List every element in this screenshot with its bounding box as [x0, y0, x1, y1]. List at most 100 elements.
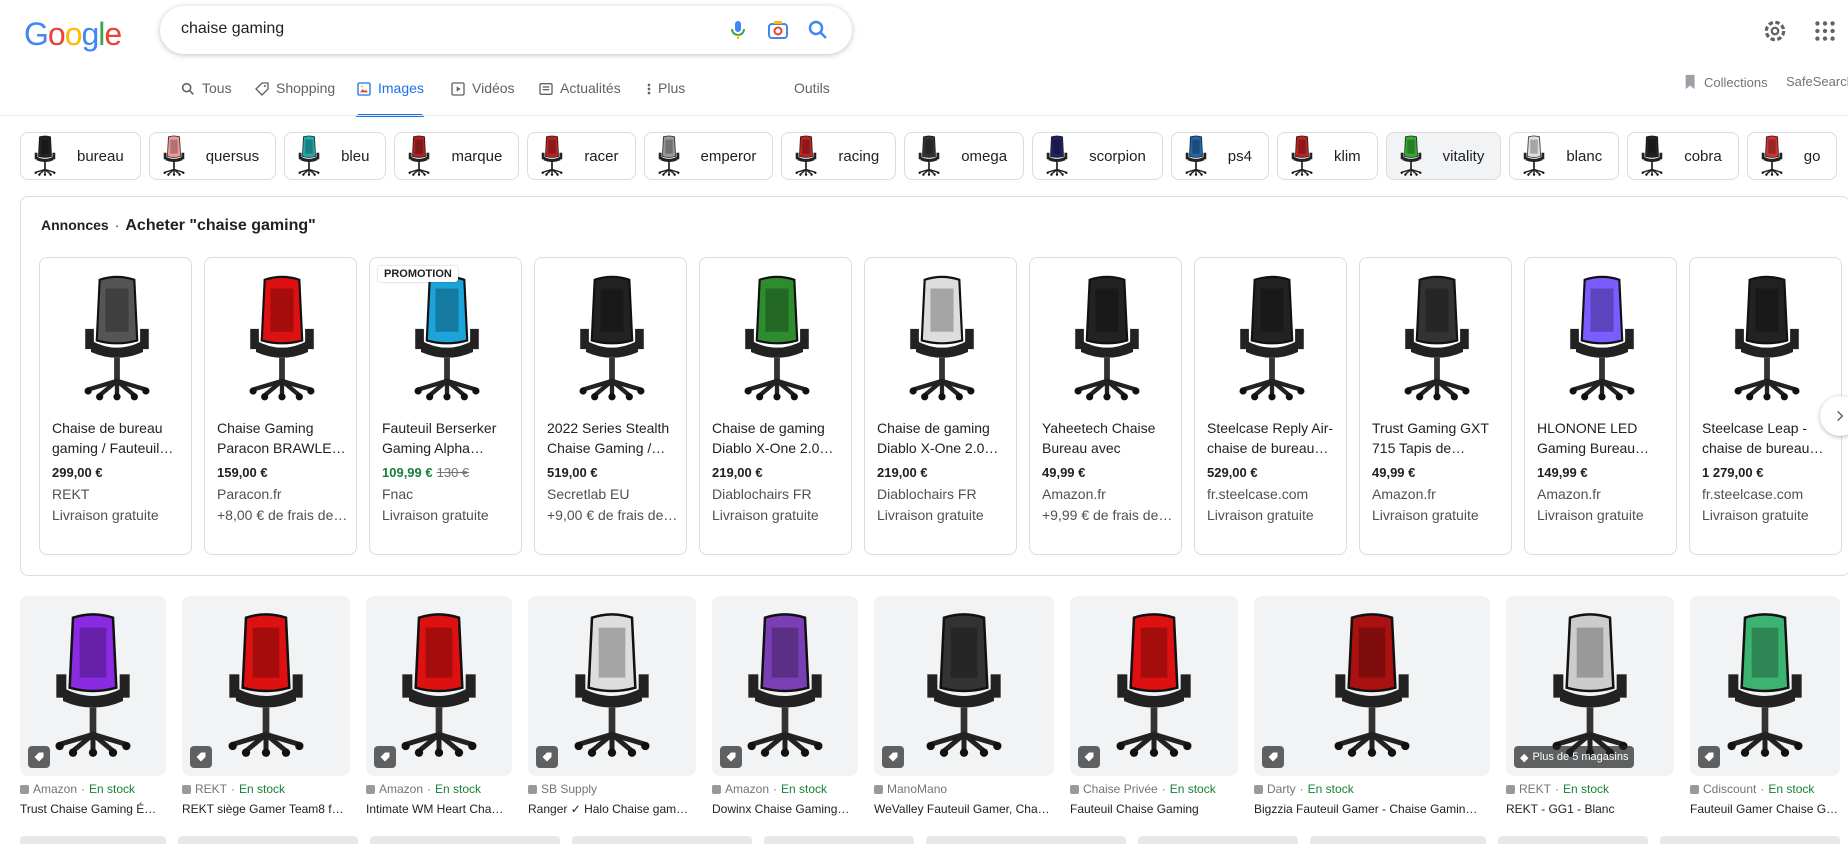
result-source[interactable]: SB Supply: [528, 782, 696, 796]
chair-image: [1046, 135, 1068, 176]
product-card[interactable]: Chaise de bureau gaming / Fauteuil… 299,…: [39, 257, 192, 555]
chair-image: [1727, 613, 1803, 757]
chip-thumbnail: [1750, 134, 1794, 178]
search-icon[interactable]: [806, 18, 830, 42]
result-title[interactable]: Fauteuil Chaise Gaming: [1070, 802, 1238, 816]
result-source[interactable]: Cdiscount · En stock: [1690, 782, 1840, 796]
product-image: [1698, 264, 1835, 414]
result-source[interactable]: Chaise Privée · En stock: [1070, 782, 1238, 796]
product-shipping: Livraison gratuite: [382, 507, 489, 523]
settings-gear-icon[interactable]: [1762, 18, 1788, 44]
result-source[interactable]: REKT · En stock: [182, 782, 350, 796]
stock-status: En stock: [1169, 782, 1216, 796]
amazon-icon: [712, 784, 721, 794]
chip-scorpion[interactable]: scorpion: [1032, 132, 1163, 180]
chip-marque[interactable]: marque: [394, 132, 520, 180]
result-title[interactable]: Ranger ✓ Halo Chaise gam…: [528, 802, 696, 816]
stock-status: En stock: [89, 782, 136, 796]
result-source[interactable]: REKT · En stock: [1506, 782, 1674, 796]
stock-status: En stock: [239, 782, 286, 796]
chair-image: [34, 135, 56, 176]
product-image: [378, 264, 515, 414]
search-bar[interactable]: chaise gaming: [160, 6, 852, 54]
product-card[interactable]: Steelcase Reply Air-chaise de bureau… 52…: [1194, 257, 1347, 555]
product-cards: Chaise de bureau gaming / Fauteuil… 299,…: [39, 257, 1842, 555]
tab-actualites[interactable]: Actualités: [538, 80, 621, 116]
product-card[interactable]: Steelcase Leap - chaise de bureau… 1 279…: [1689, 257, 1842, 555]
result-source[interactable]: Amazon · En stock: [712, 782, 858, 796]
tab-images[interactable]: Images: [356, 80, 424, 117]
chip-quersus[interactable]: quersus: [148, 132, 277, 180]
chip-blanc[interactable]: blanc: [1509, 132, 1620, 180]
chip-racer[interactable]: racer: [527, 132, 636, 180]
result-source[interactable]: Amazon · En stock: [20, 782, 166, 796]
tools-button[interactable]: Outils: [794, 80, 830, 116]
microphone-icon[interactable]: [726, 18, 750, 42]
chip-bureau[interactable]: bureau: [20, 132, 141, 180]
camera-lens-icon[interactable]: [766, 18, 790, 42]
result-title[interactable]: Trust Chaise Gaming É…: [20, 802, 166, 816]
result-source[interactable]: Darty · En stock: [1254, 782, 1490, 796]
chevron-right-icon: [1837, 410, 1844, 422]
product-card[interactable]: Chaise Gaming Paracon BRAWLE… 159,00 € P…: [204, 257, 357, 555]
chip-racing[interactable]: racing: [781, 132, 897, 180]
tab-tous[interactable]: Tous: [180, 80, 232, 116]
product-merchant: Paracon.fr: [217, 486, 282, 502]
result-source[interactable]: Amazon · En stock: [366, 782, 512, 796]
stock-status: En stock: [1307, 782, 1354, 796]
tab-label: Images: [378, 80, 424, 96]
product-tag-icon: [190, 746, 212, 768]
result-source[interactable]: ManoMano: [874, 782, 1054, 796]
bookmark-icon: [1685, 74, 1695, 90]
product-image: [873, 264, 1010, 414]
result-title[interactable]: REKT siège Gamer Team8 f…: [182, 802, 350, 816]
chip-go[interactable]: go: [1746, 132, 1838, 180]
product-card[interactable]: Trust Gaming GXT 715 Tapis de… 49,99 € A…: [1359, 257, 1512, 555]
chair-image: [579, 275, 644, 401]
product-card[interactable]: Chaise de gaming Diablo X-One 2.0… 219,0…: [864, 257, 1017, 555]
result-title[interactable]: Dowinx Chaise Gaming…: [712, 802, 858, 816]
product-price: 159,00 €: [217, 465, 268, 480]
chip-thumbnail: [1174, 134, 1218, 178]
result-thumbnail[interactable]: [1254, 596, 1490, 776]
search-input[interactable]: chaise gaming: [181, 20, 284, 38]
current-price: 219,00 €: [712, 465, 763, 480]
apps-grid-icon[interactable]: [1812, 18, 1838, 44]
chip-thumbnail: [397, 134, 441, 178]
chip-omega[interactable]: omega: [904, 132, 1025, 180]
result-title[interactable]: Fauteuil Gamer Chaise G…: [1690, 802, 1840, 816]
tab-videos[interactable]: Vidéos: [450, 80, 515, 116]
current-price: 529,00 €: [1207, 465, 1258, 480]
tab-plus[interactable]: Plus: [646, 80, 685, 116]
source-name: Amazon: [725, 782, 770, 796]
tab-shopping[interactable]: Shopping: [254, 80, 335, 116]
product-card[interactable]: HLONONE LED Gaming Bureau… 149,99 € Amaz…: [1524, 257, 1677, 555]
product-title: Fauteuil Berserker Gaming Alpha…: [382, 420, 497, 456]
chip-emperor[interactable]: emperor: [643, 132, 774, 180]
collections-link[interactable]: Collections: [1684, 74, 1768, 90]
safesearch-link[interactable]: SafeSearch: [1786, 74, 1848, 89]
chip-bleu[interactable]: bleu: [284, 132, 387, 180]
product-title: Yaheetech Chaise Bureau avec Siège…: [1042, 420, 1156, 456]
product-image: [708, 264, 845, 414]
product-shipping: Livraison gratuite: [52, 507, 159, 523]
result-title[interactable]: WeValley Fauteuil Gamer, Cha…: [874, 802, 1054, 816]
result-title[interactable]: Intimate WM Heart Cha…: [366, 802, 512, 816]
google-logo[interactable]: Google: [24, 16, 122, 52]
product-merchant: Diablochairs FR: [712, 486, 812, 502]
result-title[interactable]: Bigzzia Fauteuil Gamer - Chaise Gamin…: [1254, 802, 1490, 816]
source-name: Amazon: [33, 782, 78, 796]
product-title: Steelcase Leap - chaise de bureau…: [1702, 420, 1824, 456]
chip-label: racing: [838, 147, 880, 165]
chip-klim[interactable]: klim: [1276, 132, 1378, 180]
product-card[interactable]: Yaheetech Chaise Bureau avec Siège… 49,9…: [1029, 257, 1182, 555]
product-title: Chaise de gaming Diablo X-One 2.0…: [712, 420, 834, 456]
result-title[interactable]: REKT - GG1 - Blanc: [1506, 802, 1674, 816]
product-card[interactable]: 2022 Series Stealth Chaise Gaming /… 519…: [534, 257, 687, 555]
chip-vitality[interactable]: vitality: [1385, 132, 1502, 180]
cdiscount-icon: [1690, 784, 1699, 794]
chip-cobra[interactable]: cobra: [1627, 132, 1739, 180]
product-card[interactable]: Chaise de gaming Diablo X-One 2.0… 219,0…: [699, 257, 852, 555]
product-card[interactable]: PROMOTION Fauteuil Berserker Gaming Alph…: [369, 257, 522, 555]
chip-ps4[interactable]: ps4: [1170, 132, 1269, 180]
